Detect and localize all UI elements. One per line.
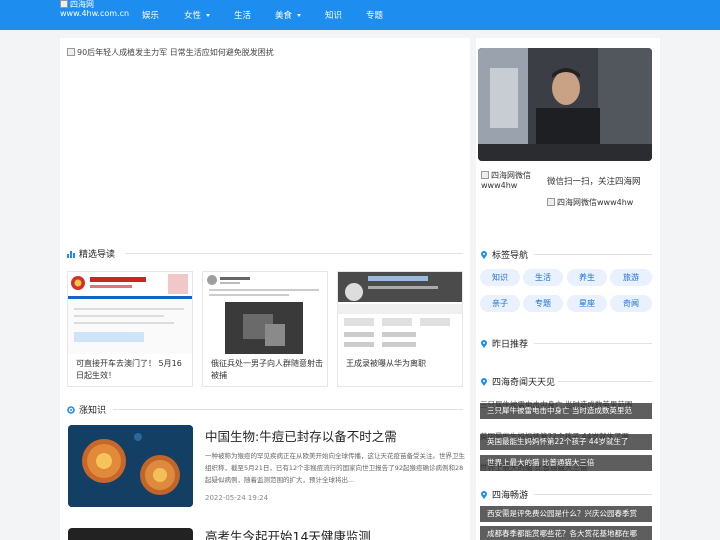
wonder-item[interactable]: 三只犀牛被雷电击中身亡 当时造成数英里范 [480,403,652,419]
location-pin-icon [481,491,487,499]
article-title[interactable]: 高考生今起开始14天健康监测 [205,526,371,540]
broken-image-icon [547,198,555,206]
section-divider [534,494,652,495]
featured-card[interactable]: 王成录被曝从华为离职 [337,271,463,387]
hot-item[interactable]: 西安需是评免费公园是什么？兴庆公园春季赏 [480,506,652,522]
tag-button[interactable]: 星座 [567,295,607,312]
wechat-follow-text: 微信扫一扫，关注四海网 [547,177,641,187]
hero-image-alt: 90后年轻人成植发主力军 日常生活应如何避免脱发困扰 [77,48,274,57]
hot-title: 四海畅游 [480,488,528,501]
section-divider [113,409,463,410]
article-title[interactable]: 中国生物:牛痘已封存以备不时之需 [205,426,397,445]
broken-image-icon [481,171,489,179]
section-divider [125,253,463,254]
tag-button[interactable]: 养生 [567,269,607,286]
gear-icon [67,406,75,414]
hot-item[interactable]: 成都春季都能赏哪些花？各大赏花基地都在哪 [480,526,652,540]
featured-thumbnail [68,272,192,354]
chevron-down-icon [206,14,211,17]
featured-caption: 俄征兵处一男子向人群随意射击被捕 [211,359,323,380]
logo-alt-url: www.4hw.com.cn [60,9,130,18]
article-thumbnail[interactable] [68,528,193,540]
site-logo[interactable]: 四海网 www.4hw.com.cn [60,0,130,28]
featured-section-title: 精选导读 [67,247,115,260]
tag-button[interactable]: 奇闻 [610,295,652,312]
location-pin-icon [481,251,487,259]
qr-code-image: 四海网微信 www4hw [481,171,531,190]
featured-caption: 王成录被曝从华为离职 [346,359,426,368]
article-thumbnail[interactable] [68,425,193,507]
broken-image-icon [60,0,68,8]
broken-image-icon [67,48,75,56]
featured-card[interactable]: 俄征兵处一男子向人群随意射击被捕 [202,271,328,387]
bar-chart-icon [67,251,75,258]
chevron-down-icon [297,14,302,17]
featured-card[interactable]: 可直接开车去澳门了！ 5月16日起生效！ [67,271,193,387]
wonder-item[interactable]: 世界上最大的猫 比普通猫大三倍 [480,455,652,471]
recommend-title: 昨日推荐 [480,337,528,350]
tag-button[interactable]: 专题 [523,295,563,312]
knowledge-section-title: 涨知识 [67,403,106,416]
nav-item-topics[interactable]: 专题 [366,9,383,21]
tag-button[interactable]: 生活 [523,269,563,286]
top-nav-bar: 四海网 www.4hw.com.cn 娱乐 女性 生活 美食 知识 专题 [0,0,720,30]
featured-thumbnail [203,272,327,354]
wonders-title: 四海奇闻天天见 [480,375,555,388]
section-divider [534,254,652,255]
article-date: 2022-05-24 19:24 [205,494,269,502]
tag-nav-title: 标签导航 [480,248,528,261]
section-divider [534,343,652,344]
logo-alt-text: 四海网 [70,0,94,9]
nav-item-women[interactable]: 女性 [184,9,211,21]
featured-thumbnail [338,272,462,354]
tag-button[interactable]: 亲子 [480,295,520,312]
tag-button[interactable]: 知识 [480,269,520,286]
nav-item-life[interactable]: 生活 [234,9,251,21]
hero-image[interactable]: 90后年轻人成植发主力军 日常生活应如何避免脱发困扰 [67,47,463,237]
tag-button[interactable]: 旅游 [610,269,652,286]
nav-item-food[interactable]: 美食 [275,9,302,21]
nav-item-entertainment[interactable]: 娱乐 [142,9,159,21]
featured-caption: 可直接开车去澳门了！ 5月16日起生效！ [76,359,182,380]
wechat-qr-image: 四海网微信www4hw [547,197,633,208]
location-pin-icon [481,340,487,348]
sidebar-banner-image[interactable] [478,48,652,161]
section-divider [558,381,652,382]
wonder-item[interactable]: 英国最能生妈妈怀第22个孩子 44岁就生了 [480,434,652,450]
location-pin-icon [481,378,487,386]
nav-item-knowledge[interactable]: 知识 [325,9,342,21]
article-summary: 一种被称为猴痘的罕见疾病正在从欧美开始向全球传播，这让天花疫苗备受关注。世界卫生… [205,452,465,484]
